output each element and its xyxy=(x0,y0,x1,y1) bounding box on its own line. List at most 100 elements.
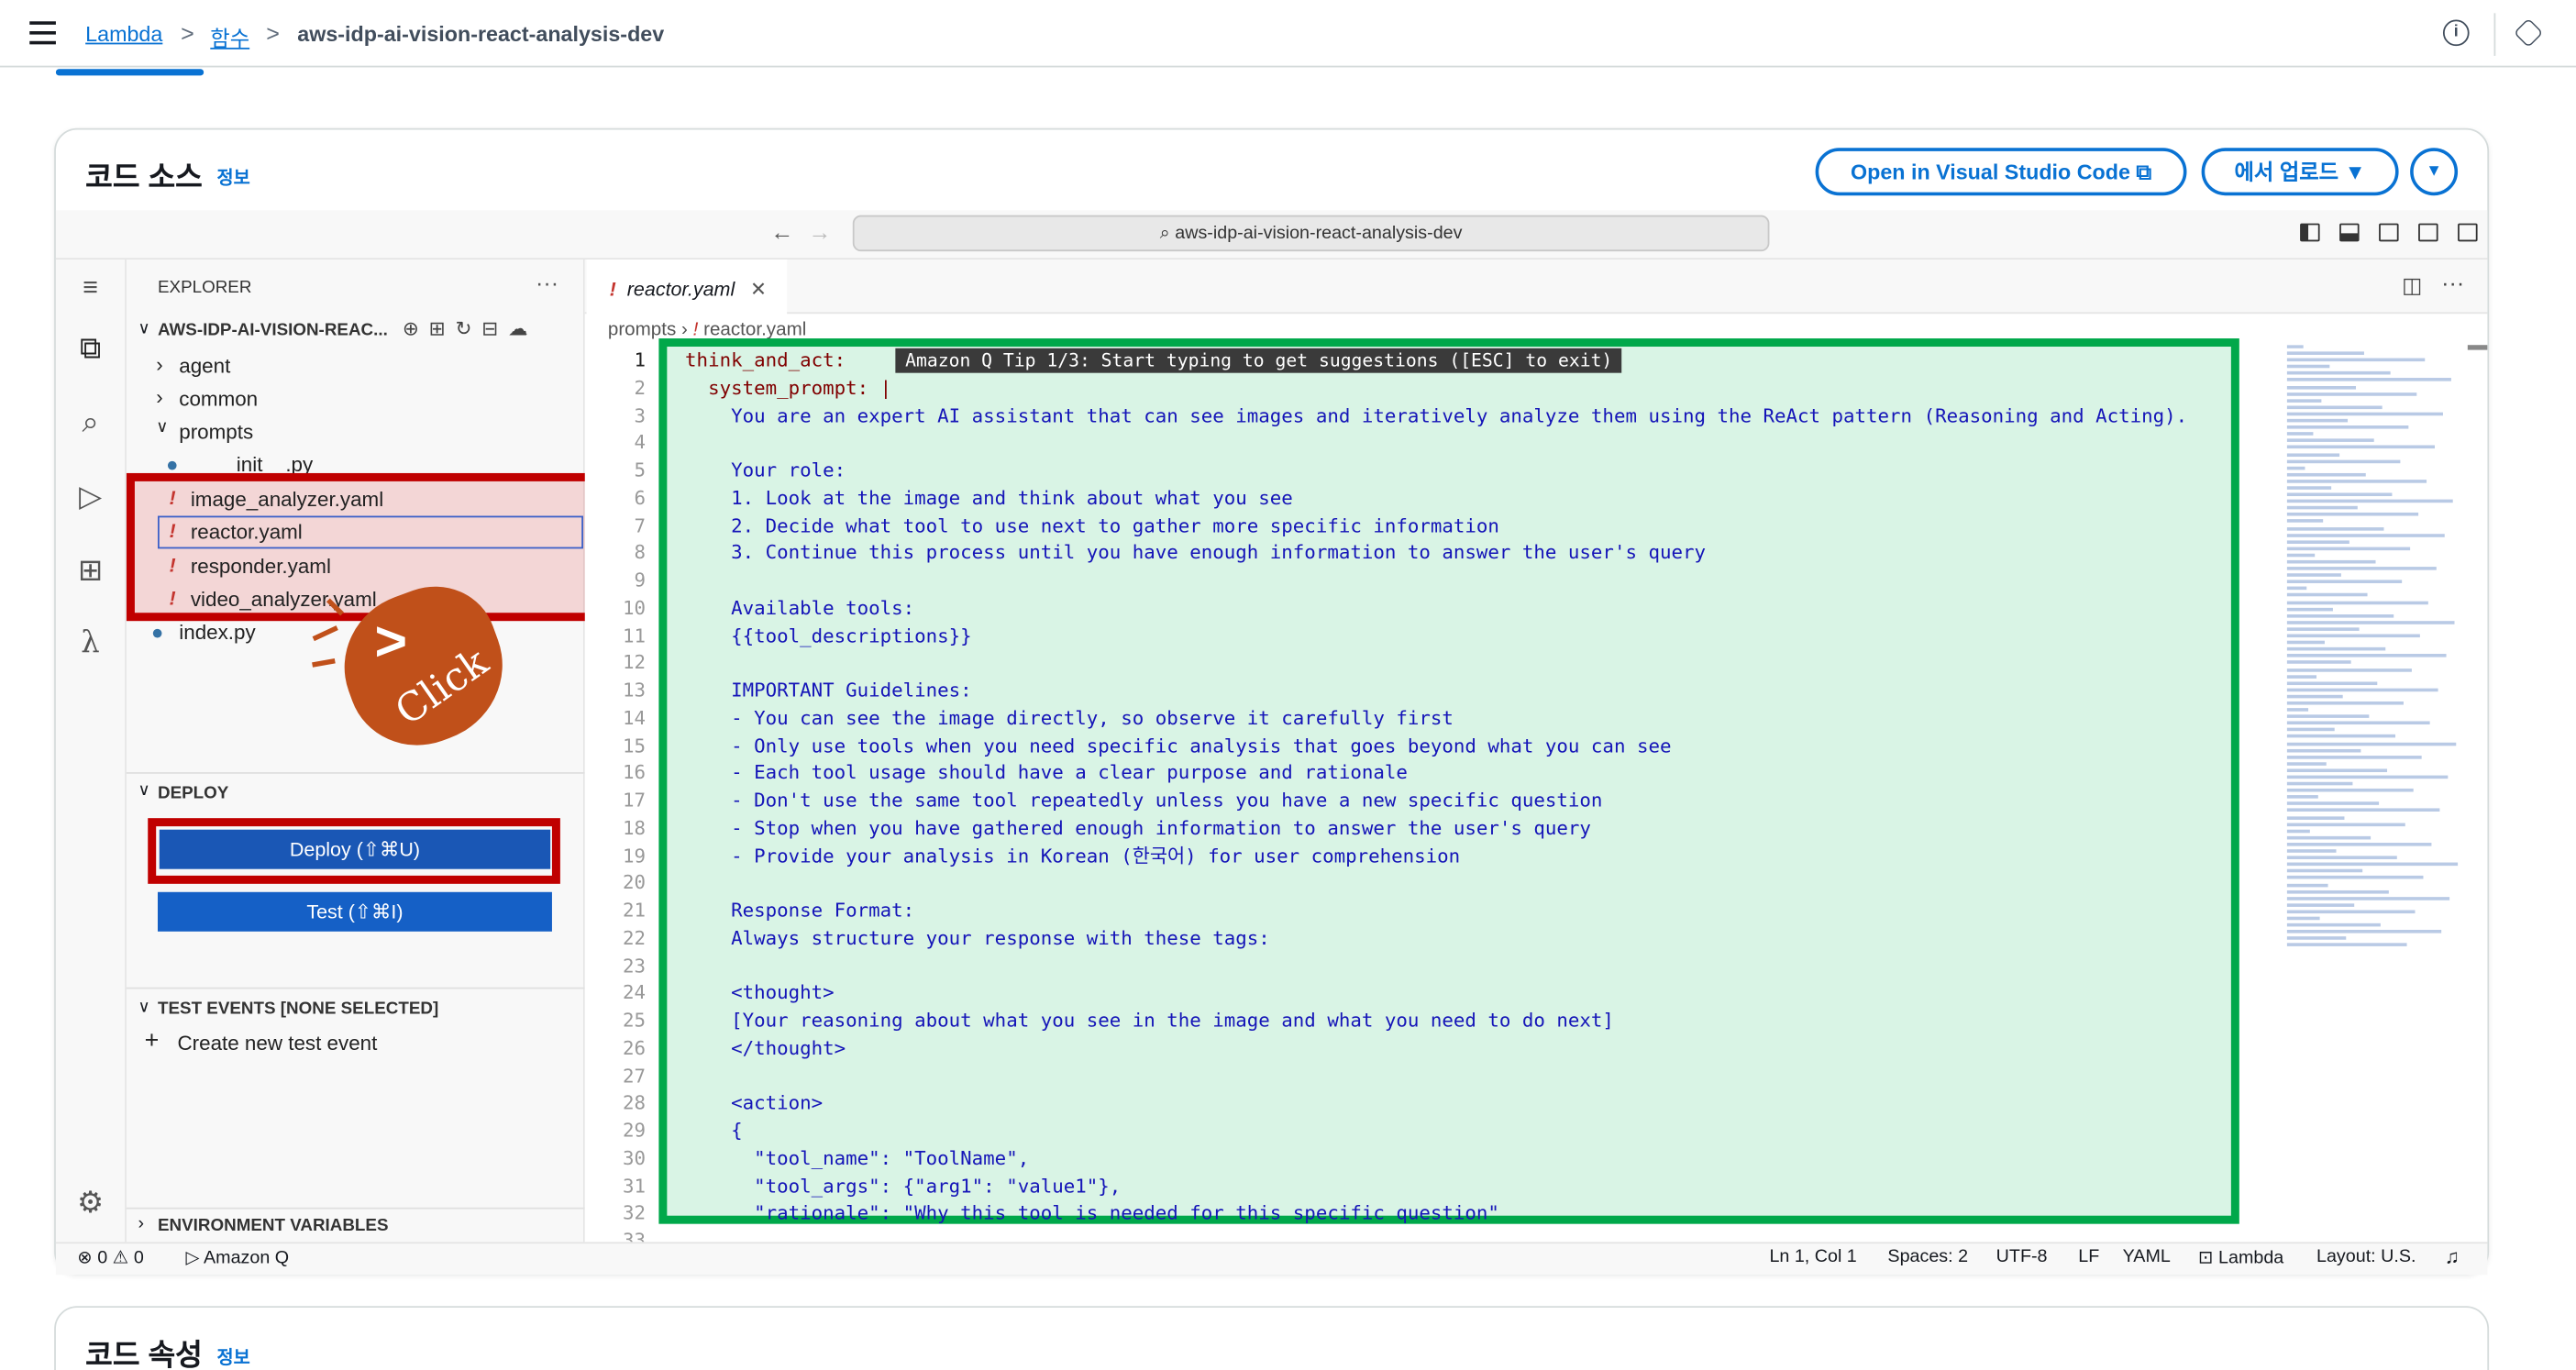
code-line[interactable]: 1. Look at the image and think about wha… xyxy=(685,484,2279,512)
info-icon[interactable]: i xyxy=(2442,19,2470,47)
lambda-status[interactable]: ⊡ Lambda xyxy=(2198,1247,2283,1268)
code-line[interactable]: Your role: xyxy=(685,457,2279,484)
file-reactor[interactable]: reactor.yaml xyxy=(191,521,303,544)
chevron-down-icon[interactable]: ∨ xyxy=(138,999,149,1017)
code-line[interactable] xyxy=(685,429,2279,457)
minimap-line xyxy=(2286,425,2409,429)
split-editor-icon[interactable]: ◫ xyxy=(2402,272,2422,299)
code-content[interactable]: think_and_act: system_prompt: | You are … xyxy=(685,347,2279,1224)
info-link[interactable]: 정보 xyxy=(216,164,249,191)
file-responder[interactable]: responder.yaml xyxy=(191,556,331,579)
minimap-line xyxy=(2286,930,2442,934)
code-line[interactable]: <action> xyxy=(685,1089,2279,1117)
code-line[interactable]: You are an expert AI assistant that can … xyxy=(685,402,2279,429)
deploy-button[interactable]: Deploy (⇧⌘U) xyxy=(159,829,551,869)
forward-arrow-icon[interactable]: → xyxy=(808,218,831,245)
explorer-icon[interactable]: ⧉ xyxy=(72,330,108,366)
command-search-input[interactable]: ⌕ aws-idp-ai-vision-react-analysis-dev xyxy=(852,215,1770,252)
code-line[interactable]: Available tools: xyxy=(685,594,2279,622)
file-image-analyzer[interactable]: image_analyzer.yaml xyxy=(191,488,383,511)
code-line[interactable]: "tool_args": {"arg1": "value1"}, xyxy=(685,1172,2279,1199)
more-actions-button[interactable]: ▼ xyxy=(2410,148,2459,196)
chevron-right-icon[interactable]: › xyxy=(138,1214,144,1233)
minimap-line xyxy=(2286,809,2440,812)
keyboard-layout[interactable]: Layout: U.S. xyxy=(2316,1247,2416,1266)
minimap-line xyxy=(2286,916,2320,921)
code-line[interactable]: - Only use tools when you need specific … xyxy=(685,732,2279,759)
more-icon[interactable]: ··· xyxy=(536,270,558,296)
menu-icon[interactable] xyxy=(29,21,56,45)
code-line[interactable]: [Your reasoning about what you see in th… xyxy=(685,1007,2279,1034)
folder-common[interactable]: common xyxy=(179,388,258,411)
open-vscode-button[interactable]: Open in Visual Studio Code ⧉ xyxy=(1815,148,2187,196)
breadcrumb-functions[interactable]: 함수 xyxy=(210,21,249,52)
indentation[interactable]: Spaces: 2 xyxy=(1887,1247,1968,1266)
code-line[interactable]: { xyxy=(685,1117,2279,1144)
code-line[interactable] xyxy=(685,1062,2279,1089)
upload-from-button[interactable]: 에서 업로드 ▼ xyxy=(2201,148,2399,196)
breadcrumb-lambda[interactable]: Lambda xyxy=(85,21,162,46)
minimap[interactable] xyxy=(2286,345,2468,953)
more-icon[interactable]: ··· xyxy=(2441,270,2464,296)
toggle-panel-icon[interactable] xyxy=(2339,223,2360,242)
scrollbar[interactable] xyxy=(2467,345,2488,350)
minimap-line xyxy=(2286,559,2376,564)
plus-icon[interactable]: + xyxy=(145,1027,160,1055)
code-line[interactable]: 3. Continue this process until you have … xyxy=(685,539,2279,567)
encoding[interactable]: UTF-8 xyxy=(1996,1247,2048,1266)
code-line[interactable] xyxy=(685,952,2279,979)
code-line[interactable]: - You can see the image directly, so obs… xyxy=(685,704,2279,732)
chevron-down-icon[interactable]: ∨ xyxy=(138,782,149,801)
code-line[interactable]: - Stop when you have gathered enough inf… xyxy=(685,814,2279,842)
run-debug-icon[interactable]: ▷ xyxy=(72,478,108,514)
bell-icon[interactable]: ♫ xyxy=(2445,1245,2460,1268)
customize-layout-icon[interactable] xyxy=(2418,223,2438,242)
code-line[interactable]: system_prompt: | xyxy=(685,374,2279,402)
line-number: 2 xyxy=(634,375,647,399)
minimap-line xyxy=(2286,620,2455,624)
fullscreen-icon[interactable] xyxy=(2458,223,2478,242)
code-line[interactable]: </thought> xyxy=(685,1034,2279,1062)
code-line[interactable]: - Each tool usage should have a clear pu… xyxy=(685,759,2279,787)
lambda-icon[interactable]: λ xyxy=(72,626,108,662)
chevron-down-icon[interactable]: ∨ xyxy=(138,320,149,338)
toggle-sidebar-icon[interactable] xyxy=(2300,223,2320,242)
cursor-position[interactable]: Ln 1, Col 1 xyxy=(1769,1247,1856,1266)
info-link[interactable]: 정보 xyxy=(216,1343,249,1370)
code-line[interactable]: IMPORTANT Guidelines: xyxy=(685,677,2279,704)
minimap-line xyxy=(2286,688,2438,691)
create-test-event-link[interactable]: Create new test event xyxy=(177,1032,377,1055)
test-button[interactable]: Test (⇧⌘I) xyxy=(157,891,552,932)
file-index-py[interactable]: index.py xyxy=(179,621,255,644)
minimap-line xyxy=(2286,438,2374,443)
toggle-secondary-sidebar-icon[interactable] xyxy=(2379,223,2399,242)
code-line[interactable]: - Don't use the same tool repeatedly unl… xyxy=(685,787,2279,814)
problems-indicator[interactable]: ⊗ 0 ⚠ 0 xyxy=(77,1247,144,1268)
code-line[interactable]: Response Format: xyxy=(685,897,2279,924)
amazon-q-status[interactable]: ▷ Amazon Q xyxy=(185,1247,289,1268)
code-line[interactable] xyxy=(685,869,2279,897)
close-icon[interactable]: ✕ xyxy=(750,278,767,301)
menu-icon[interactable]: ≡ xyxy=(72,271,108,307)
extensions-icon[interactable]: ⊞ xyxy=(72,552,108,588)
code-line[interactable]: {{tool_descriptions}} xyxy=(685,622,2279,649)
code-line[interactable] xyxy=(685,649,2279,677)
code-line[interactable]: "rationale": "Why this tool is needed fo… xyxy=(685,1199,2279,1224)
explorer-actions-icons[interactable]: ⊕⊞↻⊟☁ xyxy=(403,317,537,340)
language-mode[interactable]: YAML xyxy=(2123,1247,2171,1266)
code-line[interactable]: "tool_name": "ToolName", xyxy=(685,1144,2279,1172)
code-line[interactable]: - Provide your analysis in Korean (한국어) … xyxy=(685,842,2279,869)
code-line[interactable]: 2. Decide what tool to use next to gathe… xyxy=(685,512,2279,539)
search-icon[interactable]: ⌕ xyxy=(72,404,108,440)
gear-icon[interactable]: ⚙ xyxy=(72,1185,108,1221)
file-video-analyzer[interactable]: video_analyzer.yaml xyxy=(191,588,377,611)
tab-reactor-yaml[interactable]: ! reactor.yaml ✕ xyxy=(586,260,788,315)
code-line[interactable] xyxy=(685,567,2279,594)
folder-prompts[interactable]: prompts xyxy=(179,421,253,444)
code-line[interactable]: Always structure your response with thes… xyxy=(685,924,2279,952)
project-root[interactable]: AWS-IDP-AI-VISION-REAC... xyxy=(158,320,388,339)
eol[interactable]: LF xyxy=(2078,1247,2099,1266)
back-arrow-icon[interactable]: ← xyxy=(770,218,793,245)
code-line[interactable]: <thought> xyxy=(685,979,2279,1007)
folder-agent[interactable]: agent xyxy=(179,355,230,378)
